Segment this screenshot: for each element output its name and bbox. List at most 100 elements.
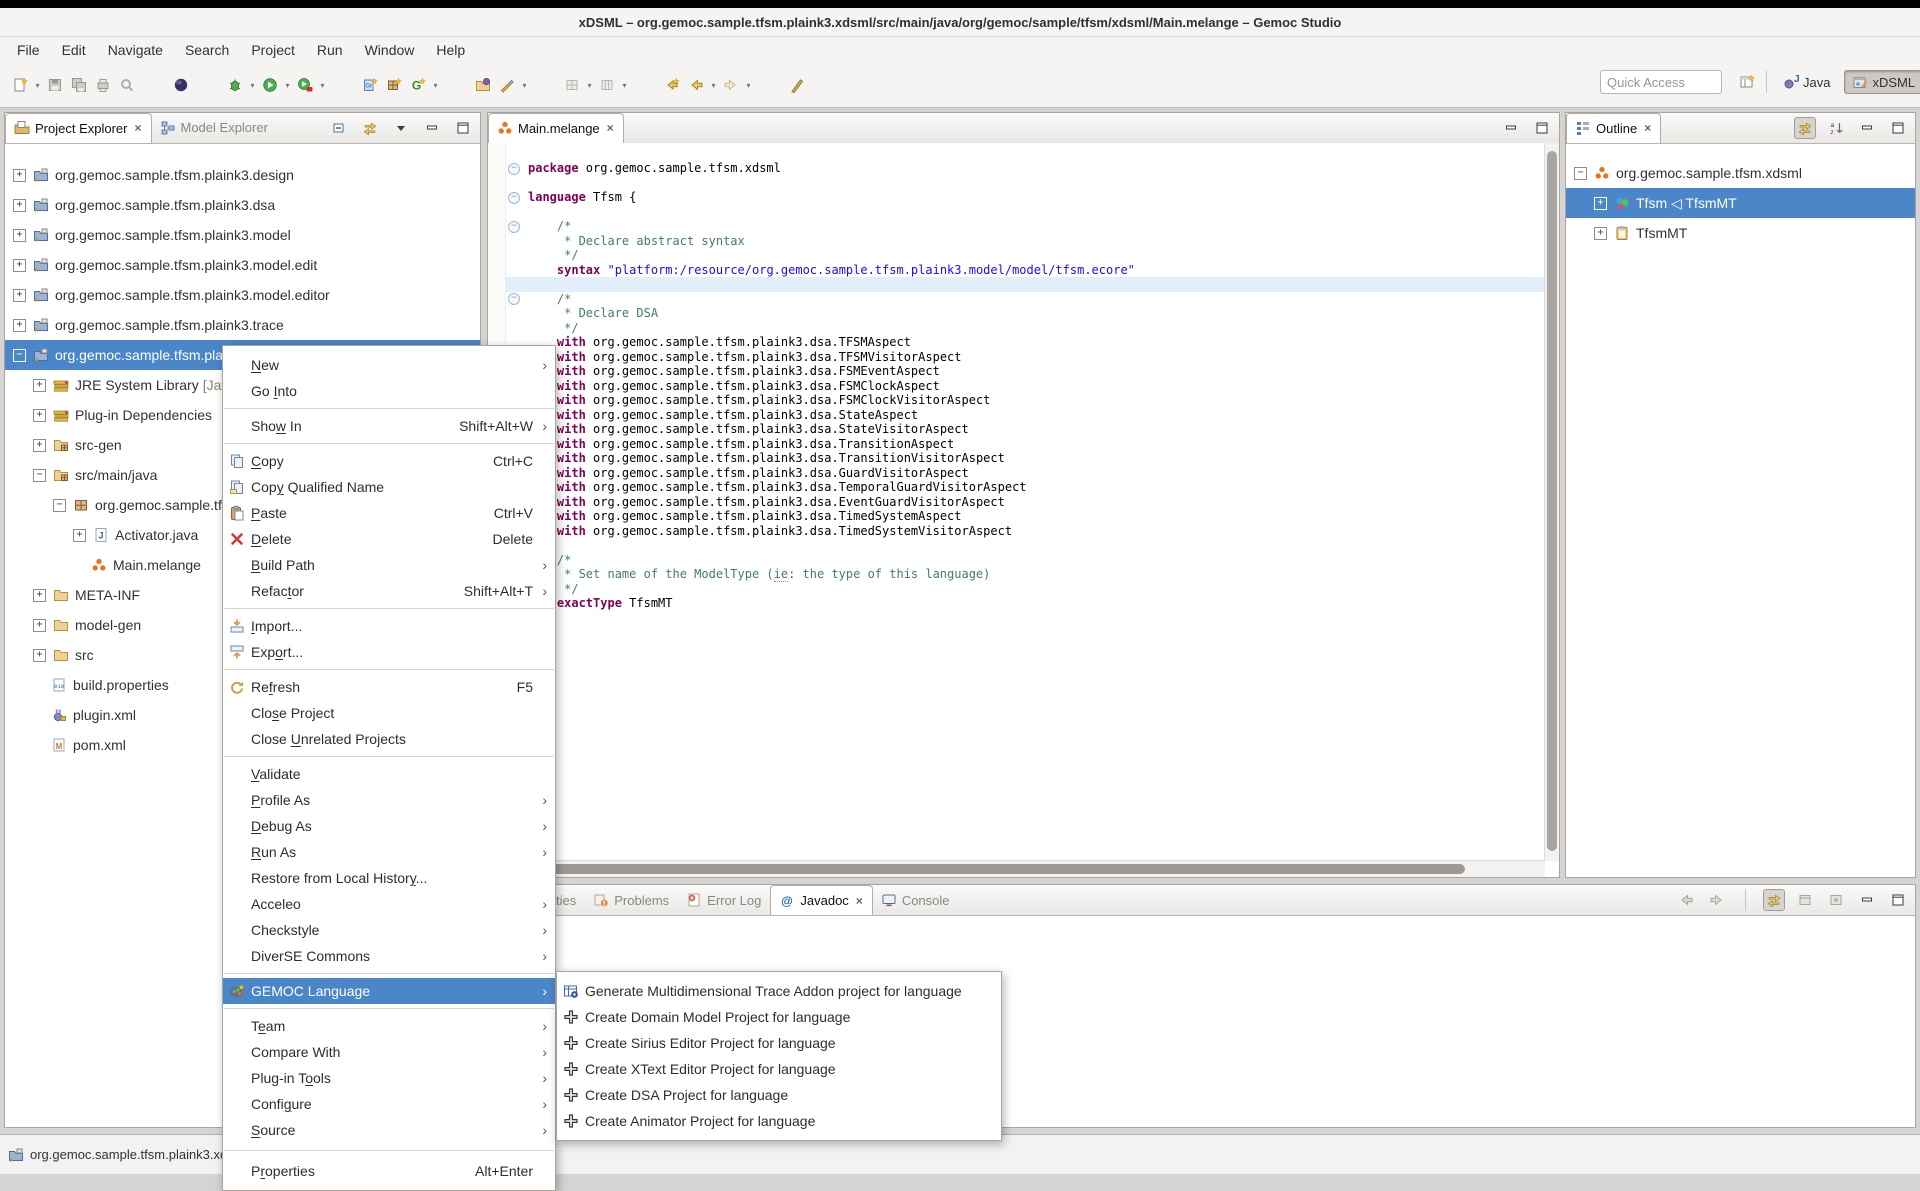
editor-tab-main.melange[interactable]: Main.melange× [488, 113, 624, 143]
outline-tree[interactable]: −org.gemoc.sample.tfsm.xdsml+Tfsm ◁ Tfsm… [1566, 144, 1915, 248]
link-button[interactable] [1763, 889, 1785, 911]
menu-item-debug-as[interactable]: Debug As› [223, 813, 555, 839]
menu-item-new[interactable]: New› [223, 352, 555, 378]
collapse-all-button[interactable] [328, 117, 350, 139]
tree-item[interactable]: +org.gemoc.sample.tfsm.plaink3.dsa [5, 190, 480, 220]
collapse-icon[interactable]: − [53, 499, 66, 512]
expand-icon[interactable]: + [1594, 197, 1607, 210]
expand-icon[interactable]: + [73, 529, 86, 542]
menu-item-acceleo[interactable]: Acceleo› [223, 891, 555, 917]
col2-dropdown[interactable]: ▾ [619, 73, 630, 97]
tab-close-icon[interactable]: × [607, 121, 614, 135]
open-dir-button[interactable] [471, 73, 495, 97]
menu-item-copy-qualified-name[interactable]: Copy Qualified Name [223, 474, 555, 500]
expand-icon[interactable]: + [13, 199, 26, 212]
max-button[interactable] [1531, 117, 1553, 139]
run-button[interactable] [258, 73, 282, 97]
sphere-button[interactable] [169, 73, 193, 97]
doc-new-button[interactable] [8, 73, 32, 97]
min-button[interactable] [1856, 889, 1878, 911]
col2-button[interactable] [595, 73, 619, 97]
back-gray-button[interactable] [1675, 889, 1697, 911]
max-button[interactable] [1887, 889, 1909, 911]
menubar-item-edit[interactable]: Edit [51, 39, 97, 61]
bottom-tab-error-log[interactable]: Error Log [678, 885, 770, 915]
expand-icon[interactable]: + [33, 379, 46, 392]
outline-tab-outline[interactable]: Outline× [1566, 113, 1661, 143]
bottom-tab-problems[interactable]: Problems [585, 885, 678, 915]
menu-item-run-as[interactable]: Run As› [223, 839, 555, 865]
fwd-gray-button[interactable] [1706, 889, 1728, 911]
menu-item-restore-from-local-history-[interactable]: Restore from Local History... [223, 865, 555, 891]
search-gray-button[interactable] [115, 73, 139, 97]
menu-item-validate[interactable]: Validate [223, 761, 555, 787]
menu-item-profile-as[interactable]: Profile As› [223, 787, 555, 813]
perspective-java-button[interactable]: JJava [1775, 70, 1838, 94]
col1-dropdown[interactable]: ▾ [584, 73, 595, 97]
menu-item-refresh[interactable]: RefreshF5 [223, 674, 555, 700]
expand-icon[interactable]: + [33, 439, 46, 452]
expand-icon[interactable]: + [33, 409, 46, 422]
submenu-item-create-sirius-editor[interactable]: Create Sirius Editor Project for languag… [557, 1030, 1001, 1056]
submenu-item-create-dsa-project[interactable]: Create DSA Project for language [557, 1082, 1001, 1108]
menu-item-close-unrelated-projects[interactable]: Close Unrelated Projects [223, 726, 555, 752]
link-button[interactable] [1794, 117, 1816, 139]
explorer-tab-project-explorer[interactable]: Project Explorer× [5, 113, 152, 143]
expand-icon[interactable]: + [13, 259, 26, 272]
submenu-item-create-domain-model[interactable]: Create Domain Model Project for language [557, 1004, 1001, 1030]
print-button[interactable] [91, 73, 115, 97]
mon1-button[interactable] [1794, 889, 1816, 911]
mon2-button[interactable] [1825, 889, 1847, 911]
expand-icon[interactable]: + [33, 589, 46, 602]
col1-button[interactable] [560, 73, 584, 97]
menubar-item-search[interactable]: Search [174, 39, 240, 61]
menu-item-diverse-commons[interactable]: DiverSE Commons› [223, 943, 555, 969]
fold-collapse-icon[interactable]: − [508, 221, 520, 233]
brush-dropdown[interactable]: ▾ [519, 73, 530, 97]
view-menu-button[interactable] [390, 117, 412, 139]
tree-item[interactable]: +TfsmMT [1566, 218, 1915, 248]
menu-item-checkstyle[interactable]: Checkstyle› [223, 917, 555, 943]
menu-item-compare-with[interactable]: Compare With› [223, 1039, 555, 1065]
scrollbar-thumb[interactable] [1547, 151, 1557, 851]
menu-item-paste[interactable]: PasteCtrl+V [223, 500, 555, 526]
new-pkg-button[interactable] [382, 73, 406, 97]
back-star-button[interactable] [660, 73, 684, 97]
back-button[interactable] [684, 73, 708, 97]
debug-button[interactable] [223, 73, 247, 97]
tab-close-icon[interactable]: × [856, 894, 863, 908]
menu-item-go-into[interactable]: Go Into [223, 378, 555, 404]
max-button[interactable] [452, 117, 474, 139]
menubar-item-navigate[interactable]: Navigate [97, 39, 174, 61]
min-button[interactable] [1500, 117, 1522, 139]
doc-new-dropdown[interactable]: ▾ [32, 73, 43, 97]
expand-icon[interactable]: + [1594, 227, 1607, 240]
fwd-button[interactable] [719, 73, 743, 97]
expand-icon[interactable]: + [13, 289, 26, 302]
max-button[interactable] [1887, 117, 1909, 139]
collapse-icon[interactable]: − [1574, 167, 1587, 180]
menu-item-build-path[interactable]: Build Path› [223, 552, 555, 578]
submenu-item-create-xtext-editor[interactable]: Create XText Editor Project for language [557, 1056, 1001, 1082]
explorer-tab-model-explorer[interactable]: Model Explorer [152, 113, 277, 143]
link-button[interactable] [359, 117, 381, 139]
fold-collapse-icon[interactable]: − [508, 163, 520, 175]
tree-item[interactable]: +org.gemoc.sample.tfsm.plaink3.model [5, 220, 480, 250]
scrollbar-thumb[interactable] [490, 864, 1465, 874]
menu-item-close-project[interactable]: Close Project [223, 700, 555, 726]
menu-item-source[interactable]: Source› [223, 1117, 555, 1143]
back-dropdown[interactable]: ▾ [708, 73, 719, 97]
tab-close-icon[interactable]: × [134, 121, 141, 135]
run-ext-button[interactable] [293, 73, 317, 97]
menu-item-refactor[interactable]: RefactorShift+Alt+T› [223, 578, 555, 604]
menu-item-gemoc-language[interactable]: GEMOC Language› [223, 978, 555, 1004]
menu-item-show-in[interactable]: Show InShift+Alt+W› [223, 413, 555, 439]
run-dropdown[interactable]: ▾ [282, 73, 293, 97]
menubar-item-file[interactable]: File [6, 39, 51, 61]
fwd-dropdown[interactable]: ▾ [743, 73, 754, 97]
expand-icon[interactable]: + [13, 229, 26, 242]
menubar-item-help[interactable]: Help [425, 39, 476, 61]
fold-collapse-icon[interactable]: − [508, 192, 520, 204]
menu-item-export-[interactable]: Export... [223, 639, 555, 665]
menu-item-copy[interactable]: CopyCtrl+C [223, 448, 555, 474]
